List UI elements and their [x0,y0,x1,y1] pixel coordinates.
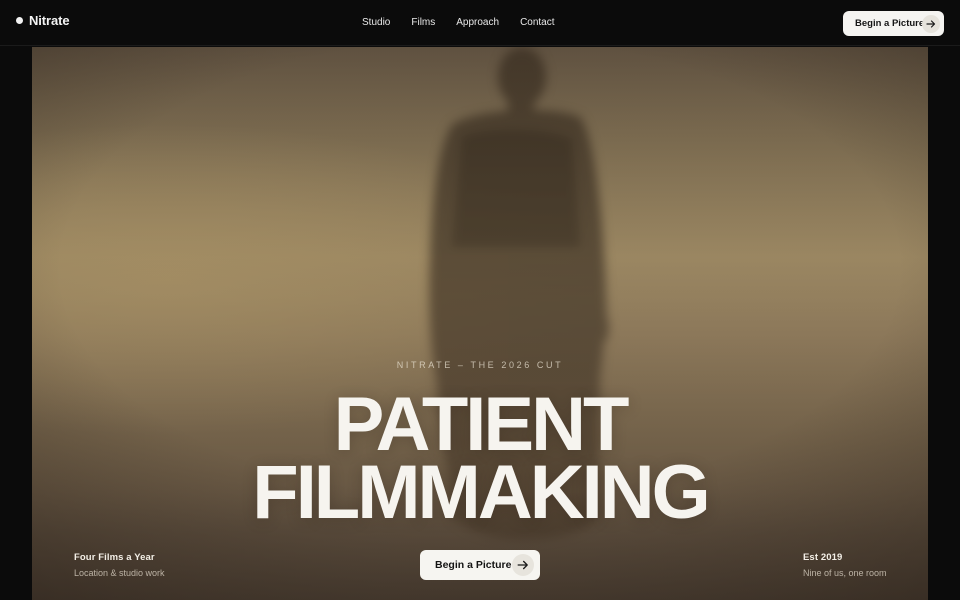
arrow-right-icon [512,554,534,576]
circle-dot-icon [16,17,23,24]
meta-right-subtitle: Nine of us, one room [803,568,887,578]
top-navigation-bar: Nitrate Studio Films Approach Contact Be… [0,0,960,46]
nav-link-studio[interactable]: Studio [362,17,390,28]
nav-link-films[interactable]: Films [411,17,435,28]
hero-begin-picture-button[interactable]: Begin a Picture [420,550,540,580]
header-cta-label: Begin a Picture [855,18,925,29]
hero-cta-label: Begin a Picture [435,559,512,571]
meta-left-subtitle: Location & studio work [74,568,165,578]
header-begin-picture-button[interactable]: Begin a Picture [843,11,944,36]
arrow-right-icon [922,14,940,33]
established-meta: Est 2019 Nine of us, one room [803,552,887,578]
hero-eyebrow: NITRATE – THE 2026 CUT [396,360,564,370]
films-per-year-meta: Four Films a Year Location & studio work [74,552,165,578]
brand-name: Nitrate [29,13,70,28]
headline-line-2: FILMMAKING [252,450,710,535]
brand-logo[interactable]: Nitrate [16,13,70,28]
nav-link-contact[interactable]: Contact [520,17,554,28]
hero-section: NITRATE – THE 2026 CUT PATIENT FILMMAKIN… [32,47,928,600]
meta-right-title: Est 2019 [803,552,843,563]
main-nav: Studio Films Approach Contact [362,17,555,28]
hero-headline: PATIENT FILMMAKING [32,387,928,531]
meta-left-title: Four Films a Year [74,552,155,563]
nav-link-approach[interactable]: Approach [456,17,499,28]
